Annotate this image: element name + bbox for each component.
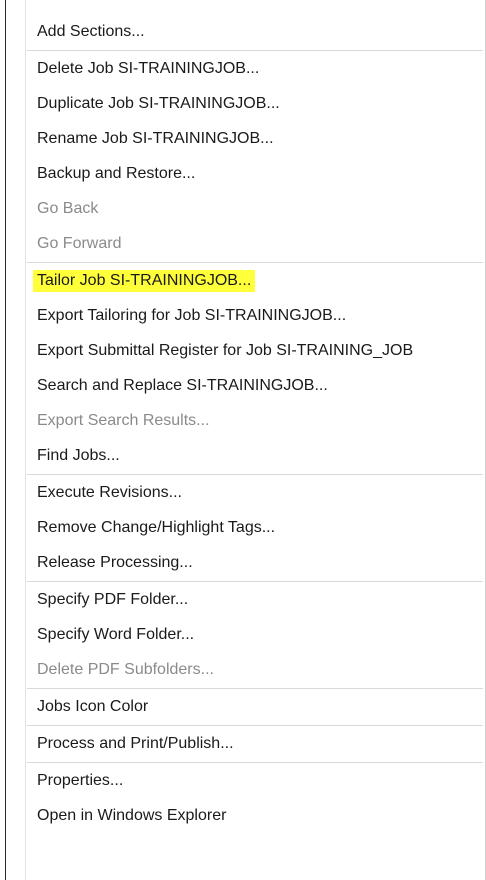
menu-item-label: Execute Revisions... (37, 484, 182, 501)
menu-item-label: Jobs Icon Color (37, 698, 149, 715)
menu-row: Find Jobs... (0, 439, 486, 474)
menu-item-jobs-icon-color[interactable]: Jobs Icon Color (26, 690, 484, 725)
menu-row: Process and Print/Publish... (0, 727, 486, 762)
menu-row: Specify Word Folder... (0, 618, 486, 653)
menu-item-go-back: Go Back (26, 192, 484, 227)
menu-row: Backup and Restore... (0, 157, 486, 192)
menu-item-specify-word-folder[interactable]: Specify Word Folder... (26, 618, 484, 653)
menu-item-label: Tailor Job SI-TRAININGJOB... (33, 270, 256, 292)
menu-item-label: Search and Replace SI-TRAININGJOB... (37, 377, 328, 394)
menu-item-rename-job-job[interactable]: Rename Job SI-TRAININGJOB... (26, 122, 484, 157)
menu-row: Export Tailoring for Job SI-TRAININGJOB.… (0, 299, 486, 334)
menu-item-label: Specify Word Folder... (37, 626, 195, 643)
menu-row: Search and Replace SI-TRAININGJOB... (0, 369, 486, 404)
menu-row: Open in Windows Explorer (0, 799, 486, 834)
menu-item-label: Export Submittal Register for Job SI-TRA… (37, 342, 414, 359)
menu-item-tailor-job-job[interactable]: Tailor Job SI-TRAININGJOB... (26, 264, 484, 299)
menu-item-label: Open in Windows Explorer (37, 807, 227, 824)
menu-row: Tailor Job SI-TRAININGJOB... (0, 264, 486, 299)
menu-item-export-submittal-register-for-job-job[interactable]: Export Submittal Register for Job SI-TRA… (26, 334, 484, 369)
menu-row: Specify PDF Folder... (0, 583, 486, 618)
menu-item-label: Release Processing... (37, 554, 193, 571)
menu-row: Add Sections... (0, 15, 486, 50)
menu-item-release-processing[interactable]: Release Processing... (26, 546, 484, 581)
menu-row: Delete Job SI-TRAININGJOB... (0, 52, 486, 87)
menu-item-execute-revisions[interactable]: Execute Revisions... (26, 476, 484, 511)
menu-row: Jobs Icon Color (0, 690, 486, 725)
context-menu: Add Sections... Delete Job SI-TRAININGJOB… (0, 0, 486, 880)
menu-item-add-sections[interactable]: Add Sections... (26, 15, 484, 50)
menu-item-label: Go Forward (37, 235, 122, 252)
menu-item-label: Delete Job SI-TRAININGJOB... (37, 60, 260, 77)
menu-item-backup-and-restore[interactable]: Backup and Restore... (26, 157, 484, 192)
menu-item-export-tailoring-for-job-job[interactable]: Export Tailoring for Job SI-TRAININGJOB.… (26, 299, 484, 334)
menu-item-label: Delete PDF Subfolders... (37, 661, 214, 678)
menu-row: Properties... (0, 764, 486, 799)
menu-row: Go Forward (0, 227, 486, 262)
menu-item-find-jobs[interactable]: Find Jobs... (26, 439, 484, 474)
menu-row: Remove Change/Highlight Tags... (0, 511, 486, 546)
menu-item-remove-change-highlight-tags[interactable]: Remove Change/Highlight Tags... (26, 511, 484, 546)
menu-item-label: Remove Change/Highlight Tags... (37, 519, 276, 536)
menu-item-label: Go Back (37, 200, 99, 217)
menu-item-label: Export Tailoring for Job SI-TRAININGJOB.… (37, 307, 347, 324)
menu-item-label: Add Sections... (37, 23, 145, 40)
menu-item-specify-pdf-folder[interactable]: Specify PDF Folder... (26, 583, 484, 618)
menu-item-duplicate-job-job[interactable]: Duplicate Job SI-TRAININGJOB... (26, 87, 484, 122)
menu-row: Go Back (0, 192, 486, 227)
menu-item-label: Process and Print/Publish... (37, 735, 234, 752)
menu-items: Add Sections... Delete Job SI-TRAININGJOB… (0, 15, 486, 834)
menu-item-label: Backup and Restore... (37, 165, 196, 182)
menu-row: Export Search Results... (0, 404, 486, 439)
menu-row: Execute Revisions... (0, 476, 486, 511)
menu-item-label: Export Search Results... (37, 412, 210, 429)
menu-item-delete-pdf-subfolders: Delete PDF Subfolders... (26, 653, 484, 688)
menu-item-properties[interactable]: Properties... (26, 764, 484, 799)
menu-row: Rename Job SI-TRAININGJOB... (0, 122, 486, 157)
menu-row: Export Submittal Register for Job SI-TRA… (0, 334, 486, 369)
menu-item-label: Find Jobs... (37, 447, 120, 464)
menu-row: Delete PDF Subfolders... (0, 653, 486, 688)
menu-item-label: Properties... (37, 772, 124, 789)
menu-item-go-forward: Go Forward (26, 227, 484, 262)
menu-item-label: Duplicate Job SI-TRAININGJOB... (37, 95, 280, 112)
menu-item-export-search-results: Export Search Results... (26, 404, 484, 439)
menu-item-label: Specify PDF Folder... (37, 591, 189, 608)
menu-item-process-and-print-publish[interactable]: Process and Print/Publish... (26, 727, 484, 762)
menu-item-open-in-windows-explorer[interactable]: Open in Windows Explorer (26, 799, 484, 834)
menu-row: Release Processing... (0, 546, 486, 581)
menu-row: Duplicate Job SI-TRAININGJOB... (0, 87, 486, 122)
menu-item-label: Rename Job SI-TRAININGJOB... (37, 130, 274, 147)
menu-item-search-and-replace-job[interactable]: Search and Replace SI-TRAININGJOB... (26, 369, 484, 404)
menu-item-delete-job-job[interactable]: Delete Job SI-TRAININGJOB... (26, 52, 484, 87)
